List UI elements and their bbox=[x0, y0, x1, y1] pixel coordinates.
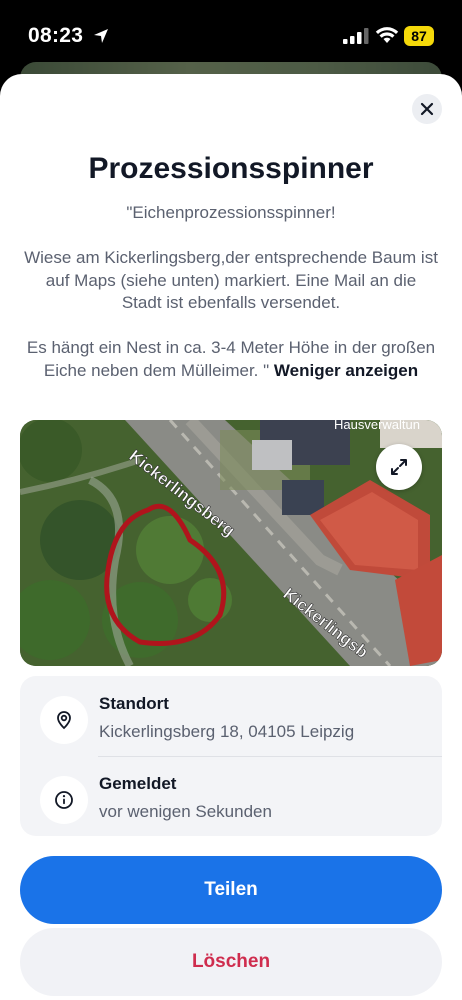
wifi-icon bbox=[375, 27, 399, 43]
battery-indicator: 87 bbox=[404, 26, 434, 46]
info-icon bbox=[55, 791, 73, 809]
close-button[interactable] bbox=[412, 94, 442, 124]
reported-icon-circle bbox=[40, 776, 88, 824]
location-icon-circle bbox=[40, 696, 88, 744]
expand-map-button[interactable] bbox=[376, 444, 422, 490]
info-card: Standort Kickerlingsberg 18, 04105 Leipz… bbox=[20, 676, 442, 836]
status-bar: 08:23 87 bbox=[0, 0, 462, 70]
location-arrow-icon bbox=[94, 29, 108, 43]
description-text: "Eichenprozessionsspinner! Wiese am Kick… bbox=[24, 203, 438, 380]
reported-label: Gemeldet bbox=[99, 774, 177, 793]
expand-icon bbox=[391, 459, 407, 475]
location-map[interactable]: Kickerlingsberg Kickerlingsb Hausverwalt… bbox=[20, 420, 442, 666]
map-pin-icon bbox=[57, 711, 71, 730]
map-poi-label: Hausverwaltun bbox=[334, 420, 420, 432]
location-row[interactable]: Standort Kickerlingsberg 18, 04105 Leipz… bbox=[20, 676, 442, 756]
location-label: Standort bbox=[99, 694, 169, 713]
location-value: Kickerlingsberg 18, 04105 Leipzig bbox=[99, 722, 355, 741]
show-less-link[interactable]: Weniger anzeigen bbox=[274, 361, 418, 380]
reported-value: vor wenigen Sekunden bbox=[99, 802, 272, 821]
share-button[interactable]: Teilen bbox=[20, 856, 442, 924]
report-description: "Eichenprozessionsspinner! Wiese am Kick… bbox=[24, 202, 438, 382]
reported-row: Gemeldet vor wenigen Sekunden bbox=[20, 756, 442, 836]
cellular-signal-icon bbox=[343, 28, 369, 44]
delete-button[interactable]: Löschen bbox=[20, 928, 442, 996]
close-icon bbox=[420, 102, 434, 116]
page-title: Prozessionsspinner bbox=[88, 152, 374, 185]
status-time: 08:23 bbox=[28, 24, 84, 47]
detail-sheet: Prozessionsspinner "Eichenprozessionsspi… bbox=[0, 74, 462, 1000]
